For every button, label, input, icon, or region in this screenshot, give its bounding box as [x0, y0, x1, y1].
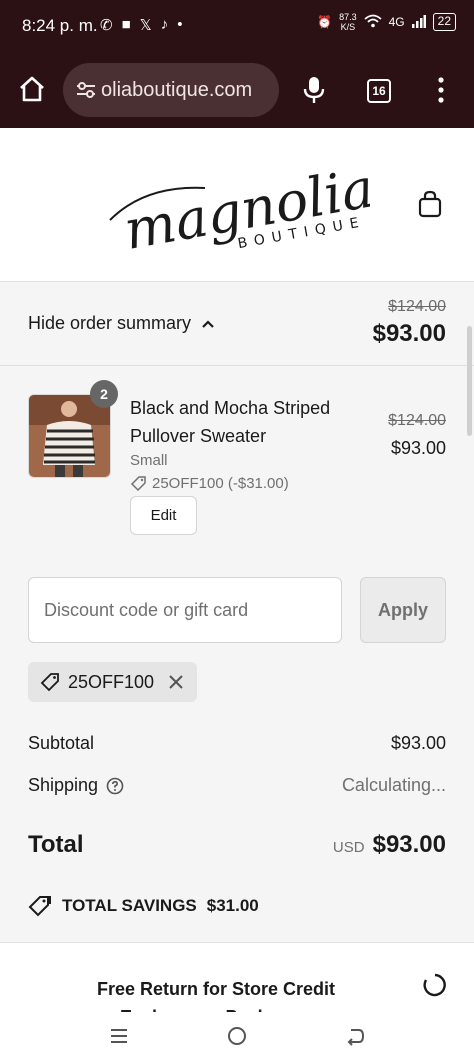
- site-settings-icon[interactable]: [75, 79, 97, 101]
- signal-icon: [411, 14, 426, 31]
- summary-total: $93.00: [372, 320, 446, 347]
- x-icon: 𝕏: [139, 17, 152, 34]
- cart-bag-icon[interactable]: [418, 190, 442, 218]
- tiktok-icon: ♪: [160, 16, 169, 33]
- product-price: $93.00: [390, 438, 446, 458]
- subtotal-row: Subtotal $93.00: [28, 733, 446, 754]
- applied-discount-chip: 25OFF100: [28, 662, 197, 702]
- app-square-icon: ■: [121, 16, 131, 33]
- hide-order-summary-button[interactable]: Hide order summary: [28, 313, 215, 334]
- help-icon[interactable]: [106, 777, 124, 795]
- quantity-badge: 2: [90, 380, 118, 408]
- network-type: 4G: [388, 15, 405, 29]
- product-discount-text: 25OFF100 (-$31.00): [152, 475, 289, 492]
- alarm-icon: ⏰: [317, 15, 333, 29]
- shipping-row: Shipping Calculating...: [28, 775, 446, 796]
- order-summary-toggle-row[interactable]: Hide order summary $124.00 $93.00: [0, 282, 474, 366]
- net-speed-value: 87.3: [339, 12, 357, 22]
- battery-icon: 22: [432, 13, 456, 31]
- browser-toolbar: oliaboutique.com 16: [0, 52, 474, 128]
- promo-banner: Free Return for Store Credit or Exchange…: [0, 942, 474, 1015]
- system-navigation-bar: [0, 1012, 474, 1061]
- toggle-label: Hide order summary: [28, 313, 192, 333]
- back-icon[interactable]: [343, 1024, 367, 1048]
- notification-icons: ✆ ■ 𝕏 ♪ •: [100, 16, 183, 34]
- status-time: 8:24 p. m.: [22, 16, 98, 35]
- net-speed-unit: K/S: [340, 22, 356, 32]
- savings-label: TOTAL SAVINGS: [62, 896, 197, 915]
- recent-apps-icon[interactable]: [107, 1024, 131, 1048]
- site-header: magnolia BOUTIQUE: [0, 128, 474, 282]
- tag-icon: [28, 896, 51, 917]
- scrollbar-thumb[interactable]: [467, 326, 472, 436]
- whatsapp-icon: ✆: [100, 17, 113, 34]
- tab-switcher-button[interactable]: 16: [367, 79, 391, 103]
- currency-code: USD: [332, 839, 365, 856]
- apply-button[interactable]: Apply: [360, 577, 446, 643]
- total-savings: TOTAL SAVINGS $31.00: [28, 895, 259, 917]
- savings-amount: $31.00: [206, 896, 259, 915]
- address-bar[interactable]: oliaboutique.com: [63, 63, 279, 117]
- applied-code-text: 25OFF100: [68, 671, 155, 692]
- tag-icon: [130, 475, 146, 491]
- loading-spinner-icon: [423, 973, 446, 997]
- status-bar: 8:24 p. m. ✆ ■ 𝕏 ♪ • ⏰ 87.3 K/S 4G 22: [0, 0, 474, 52]
- chevron-up-icon: [202, 319, 214, 328]
- subtotal-label: Subtotal: [28, 733, 95, 753]
- product-variant: Small: [130, 452, 168, 469]
- total-row: Total USD $93.00: [28, 831, 446, 859]
- total-value-group: USD $93.00: [333, 831, 446, 859]
- magnolia-boutique-logo[interactable]: magnolia BOUTIQUE: [105, 150, 370, 260]
- home-icon[interactable]: [17, 74, 47, 104]
- line-item: 2 Black and Mocha Striped Pullover Sweat…: [28, 380, 446, 554]
- discount-code-input[interactable]: Discount code or gift card: [28, 577, 342, 643]
- product-name: Black and Mocha Striped Pullover Sweater: [130, 398, 331, 446]
- summary-original-total: $124.00: [388, 298, 446, 315]
- promo-text: Free Return for Store Credit or Exchange…: [97, 979, 336, 1015]
- remove-discount-icon[interactable]: [168, 674, 184, 690]
- wifi-icon: [364, 14, 382, 31]
- more-menu-icon[interactable]: [436, 76, 446, 104]
- more-dot-icon: •: [177, 16, 183, 33]
- order-summary-panel: Hide order summary $124.00 $93.00 2 Blac…: [0, 282, 474, 942]
- shipping-label: Shipping: [28, 775, 99, 795]
- shipping-value: Calculating...: [341, 775, 446, 795]
- tag-icon: [40, 673, 59, 692]
- subtotal-value: $93.00: [390, 733, 446, 753]
- url-text[interactable]: oliaboutique.com: [101, 79, 252, 102]
- total-label: Total: [28, 831, 84, 858]
- home-circle-icon[interactable]: [225, 1024, 249, 1048]
- edit-button[interactable]: Edit: [130, 496, 197, 535]
- net-speed: 87.3 K/S: [339, 12, 357, 32]
- product-discount: 25OFF100 (-$31.00): [130, 475, 289, 492]
- microphone-icon[interactable]: [302, 76, 326, 104]
- total-value: $93.00: [372, 831, 446, 858]
- product-original-price: $124.00: [388, 412, 446, 429]
